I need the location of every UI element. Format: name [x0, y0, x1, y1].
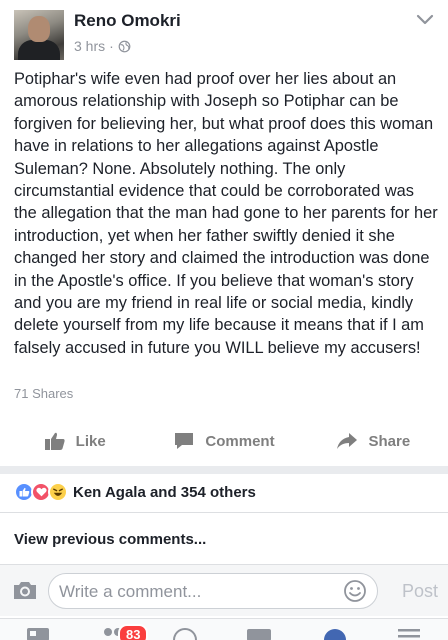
comment-button[interactable]: Comment	[149, 420, 298, 462]
post-action-bar: Like Comment Share	[0, 420, 448, 462]
haha-reaction-icon	[48, 482, 68, 502]
globe-notifications-icon[interactable]	[322, 627, 348, 640]
comment-placeholder: Write a comment...	[59, 582, 202, 601]
post-timestamp[interactable]: 3 hrs	[74, 38, 105, 54]
reactions-summary[interactable]: Ken Agala and 354 others	[0, 474, 448, 510]
shares-count[interactable]: 71 Shares	[14, 386, 73, 401]
marketplace-icon[interactable]	[246, 627, 272, 640]
share-arrow-icon	[337, 433, 358, 449]
post-text: Potiphar's wife even had proof over her …	[14, 70, 438, 357]
share-button[interactable]: Share	[299, 420, 448, 462]
author-avatar[interactable]	[14, 10, 64, 60]
comment-composer: Write a comment... Post	[0, 564, 448, 616]
post-meta: 3 hrs ·	[74, 38, 131, 54]
chevron-down-icon[interactable]	[416, 14, 434, 26]
post-comment-button[interactable]: Post	[402, 581, 438, 602]
camera-icon[interactable]	[12, 579, 38, 601]
section-divider	[0, 466, 448, 474]
like-label: Like	[75, 432, 106, 450]
globe-icon	[118, 40, 131, 52]
bottom-tab-bar: 83	[0, 618, 448, 640]
meta-separator: ·	[109, 38, 114, 54]
comment-input[interactable]: Write a comment...	[48, 573, 378, 609]
menu-icon[interactable]	[396, 627, 422, 640]
notification-badge: 83	[118, 624, 149, 640]
share-label: Share	[368, 432, 411, 450]
reactions-text: Ken Agala and 354 others	[73, 483, 256, 501]
like-button[interactable]: Like	[0, 420, 149, 462]
video-icon[interactable]	[172, 627, 198, 640]
author-name[interactable]: Reno Omokri	[74, 11, 181, 31]
post-header: Reno Omokri 3 hrs ·	[0, 0, 448, 64]
comment-icon	[175, 433, 194, 449]
view-previous-comments-link[interactable]: View previous comments...	[14, 531, 206, 548]
news-feed-icon[interactable]	[26, 627, 50, 640]
emoji-icon[interactable]	[343, 579, 367, 603]
comment-label: Comment	[205, 432, 275, 450]
reaction-icons	[14, 482, 68, 502]
thumbs-up-icon	[44, 432, 65, 450]
comments-divider	[0, 512, 448, 513]
